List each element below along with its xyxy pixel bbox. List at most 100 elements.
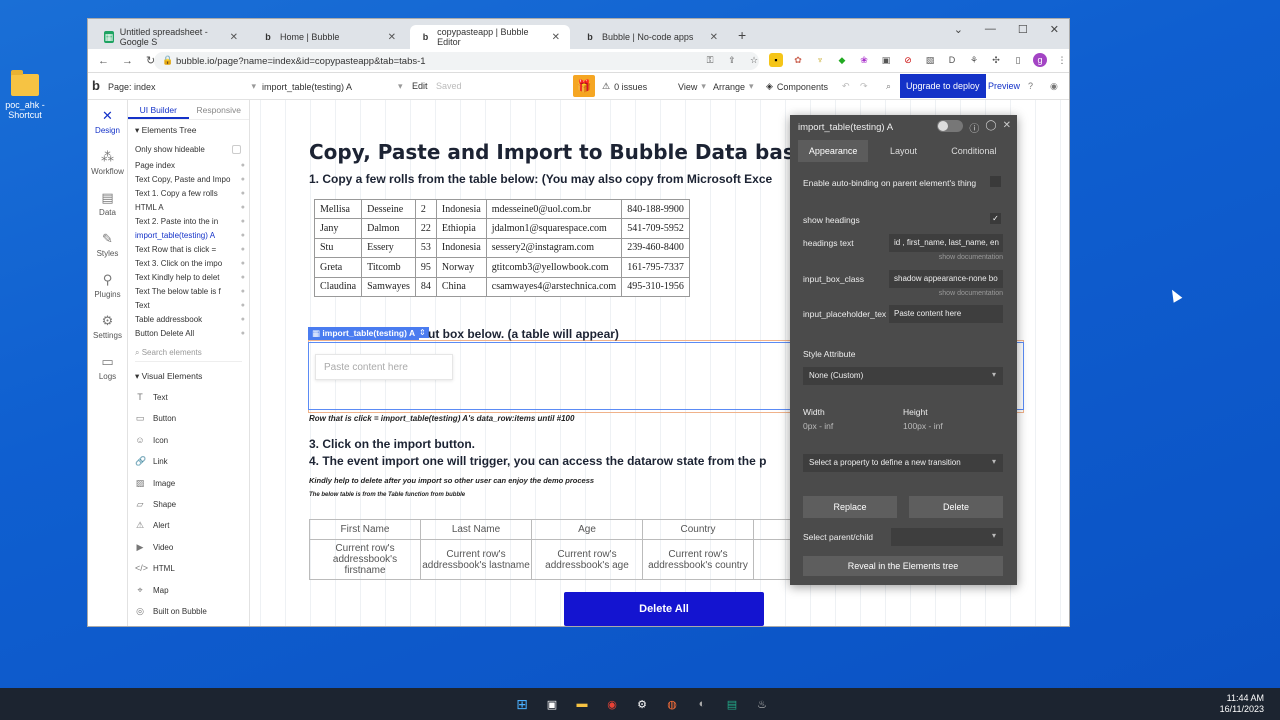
table-cell[interactable]: csamwayes4@arstechnica.com	[485, 276, 623, 297]
element-tree-item[interactable]: HTML A ●	[128, 201, 249, 215]
file-explorer-icon[interactable]: ▬	[572, 694, 592, 714]
property-editor-header[interactable]: import_table(testing) A ⓘ ◯ ✕	[790, 115, 1017, 138]
visual-element-item[interactable]: ◎ Built on Bubble	[128, 601, 249, 622]
row-click-text[interactable]: Row that is click = import_table(testing…	[309, 414, 574, 423]
visibility-icon[interactable]: ●	[241, 159, 245, 173]
view-menu[interactable]: View ▾	[678, 81, 706, 92]
extension-icon[interactable]: ▧	[923, 53, 937, 67]
table-cell[interactable]: 84	[414, 276, 437, 297]
comment-icon[interactable]: ◯	[985, 120, 996, 135]
visibility-icon[interactable]: ●	[241, 229, 245, 243]
show-headings-checkbox[interactable]: ✓	[990, 213, 1001, 224]
below-table-text[interactable]: The below table is from the Table functi…	[309, 492, 465, 498]
close-icon[interactable]: ✕	[552, 32, 560, 43]
visibility-icon[interactable]: ●	[241, 271, 245, 285]
step4-text[interactable]: 4. The event import one will trigger, yo…	[309, 454, 766, 468]
maximize-icon[interactable]: ☐	[1018, 23, 1028, 36]
table-cell[interactable]: 239-460-8400	[621, 237, 690, 259]
close-icon[interactable]: ✕	[1050, 23, 1059, 36]
input-box-class-input[interactable]: shadow appearance-none bo	[889, 270, 1003, 288]
redo-icon[interactable]: ↷	[860, 81, 868, 92]
table-cell[interactable]: Essery	[361, 237, 416, 259]
table-cell[interactable]: 161-795-7337	[621, 257, 690, 278]
table-cell[interactable]: Current row's addressbook's age	[531, 539, 643, 580]
nav-design[interactable]: ✕ Design	[88, 108, 127, 135]
paste-content-input[interactable]: Paste content here	[315, 354, 453, 380]
nav-styles[interactable]: ✎ Styles	[88, 231, 127, 258]
table-cell[interactable]: 495-310-1956	[621, 276, 690, 297]
visual-element-item[interactable]: ▨ Image	[128, 473, 249, 494]
extension-icon[interactable]: ♆	[813, 53, 827, 67]
extension-icon[interactable]: ▣	[879, 53, 893, 67]
sample-data-table[interactable]: Mellisa Desseine 2 Indonesia mdesseine0@uol.…	[313, 198, 690, 297]
show-documentation-link[interactable]: show documentation	[939, 254, 1003, 261]
visual-element-item[interactable]: ▱ Shape	[128, 494, 249, 515]
tab-responsive[interactable]: Responsive	[189, 100, 250, 119]
element-selector[interactable]: import_table(testing) A ▾	[262, 81, 403, 92]
table-cell[interactable]: Mellisa	[313, 198, 363, 220]
table-cell[interactable]: Current row's addressbook's firstname	[309, 539, 421, 580]
table-cell[interactable]: Dalmon	[361, 218, 416, 239]
only-hideable-toggle[interactable]: Only show hideable	[128, 141, 249, 159]
undo-icon[interactable]: ↶	[842, 81, 850, 92]
elements-tree-header[interactable]: ▾ Elements Tree	[128, 120, 249, 141]
element-tree-item[interactable]: Page index ●	[128, 159, 249, 173]
edit-menu[interactable]: Edit	[412, 81, 428, 91]
extension-icon[interactable]: ▪	[769, 53, 783, 67]
element-tree-item[interactable]: import_table(testing) A ●	[128, 229, 249, 243]
visibility-icon[interactable]: ●	[241, 215, 245, 229]
visual-element-item[interactable]: ▶ Video	[128, 537, 249, 558]
visual-element-item[interactable]: ▭ Button	[128, 408, 249, 429]
tab-bubble-editor[interactable]: b copypasteapp | Bubble Editor ✕	[410, 25, 570, 49]
table-cell[interactable]: Samwayes	[361, 276, 416, 297]
table-cell[interactable]: 53	[414, 237, 437, 259]
nav-logs[interactable]: ▭ Logs	[88, 354, 127, 381]
height-value[interactable]: 100px - inf	[903, 421, 943, 431]
extension-icon[interactable]: ◆	[835, 53, 849, 67]
visibility-icon[interactable]: ●	[241, 187, 245, 201]
table-cell[interactable]: mdesseine0@uol.com.br	[485, 198, 623, 220]
table-cell[interactable]: 541-709-5952	[621, 218, 690, 239]
element-tree-item[interactable]: Table addressbook ●	[128, 313, 249, 327]
components-button[interactable]: ◈ Components	[766, 81, 828, 92]
visibility-icon[interactable]: ●	[241, 285, 245, 299]
share-icon[interactable]: ⇪	[725, 53, 739, 67]
tab-appearance[interactable]: Appearance	[798, 140, 869, 162]
delete-button[interactable]: Delete	[909, 496, 1003, 518]
step1-text[interactable]: 1. Copy a few rolls from the table below…	[309, 172, 772, 186]
extension-icon[interactable]: ✿	[791, 53, 805, 67]
visual-element-item[interactable]: </> HTML	[128, 558, 249, 579]
tab-bubble-nocode[interactable]: b Bubble | No-code apps ✕	[574, 25, 728, 49]
table-cell[interactable]: China	[435, 276, 487, 297]
show-documentation-link[interactable]: show documentation	[939, 290, 1003, 297]
tab-conditional[interactable]: Conditional	[939, 140, 1009, 162]
element-tree-item[interactable]: Text Copy, Paste and Impo ●	[128, 173, 249, 187]
parent-child-dropdown[interactable]	[891, 528, 1003, 546]
extension-icon[interactable]: D	[945, 53, 959, 67]
element-tree-item[interactable]: Text ●	[128, 299, 249, 313]
minimize-icon[interactable]: —	[985, 23, 996, 36]
visual-element-item[interactable]: 🔗 Link	[128, 451, 249, 472]
property-editor[interactable]: import_table(testing) A ⓘ ◯ ✕ Appearance…	[790, 115, 1017, 585]
table-cell[interactable]: Current row's addressbook's lastname	[420, 539, 532, 580]
forward-icon[interactable]: →	[122, 55, 136, 67]
only-hideable-checkbox[interactable]	[232, 145, 241, 154]
table-cell[interactable]: 2	[414, 198, 437, 220]
reveal-in-tree-button[interactable]: Reveal in the Elements tree	[803, 556, 1003, 576]
table-cell[interactable]: 22	[414, 218, 437, 239]
table-cell[interactable]: Claudina	[313, 276, 363, 297]
close-icon[interactable]: ✕	[230, 32, 238, 43]
element-tree-item[interactable]: Text Row that is click = ●	[128, 243, 249, 257]
app-icon[interactable]: ◐	[692, 694, 712, 714]
table-cell[interactable]: 840-188-9900	[621, 198, 690, 220]
autobind-checkbox[interactable]	[990, 176, 1001, 187]
desktop-shortcut[interactable]: poc_ahk - Shortcut	[4, 70, 46, 120]
width-value[interactable]: 0px - inf	[803, 421, 833, 431]
table-cell[interactable]: Stu	[313, 237, 363, 259]
new-tab-button[interactable]: +	[738, 27, 746, 43]
replace-button[interactable]: Replace	[803, 496, 897, 518]
visual-element-item[interactable]: ⚠ Alert	[128, 515, 249, 536]
visual-element-item[interactable]: T Text	[128, 387, 249, 408]
tab-ui-builder[interactable]: UI Builder	[128, 100, 189, 119]
upgrade-button[interactable]: Upgrade to deploy	[900, 74, 986, 98]
